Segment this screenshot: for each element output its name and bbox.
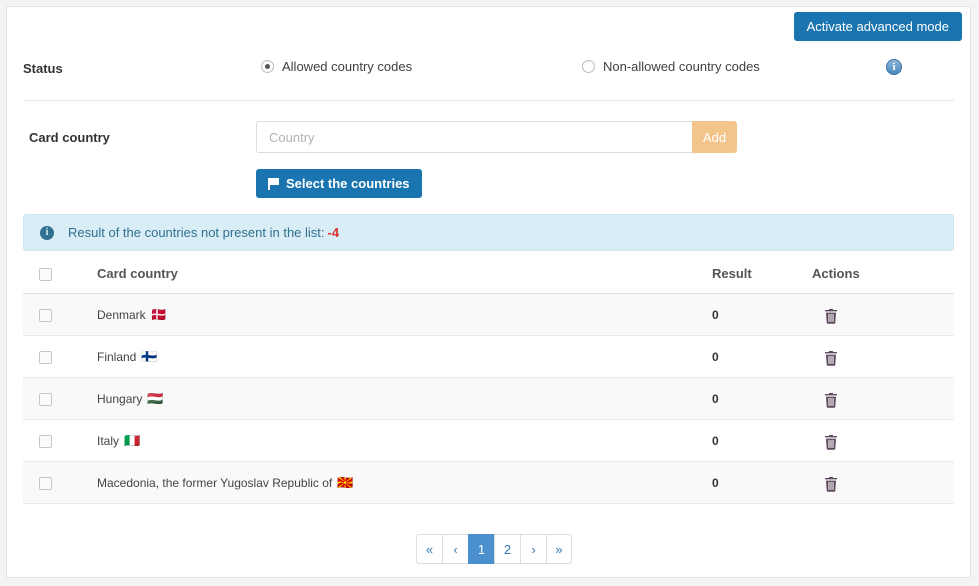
- country-flag-icon: 🇲🇰: [337, 475, 354, 491]
- radio-allowed-country-codes[interactable]: Allowed country codes: [261, 59, 412, 74]
- table-row: Denmark 🇩🇰 0: [23, 293, 954, 337]
- result-alert-text: Result of the countries not present in t…: [68, 225, 325, 240]
- select-the-countries-button[interactable]: Select the countries: [256, 169, 422, 198]
- row-checkbox[interactable]: [39, 350, 52, 364]
- result-value: 0: [712, 307, 719, 322]
- row-checkbox[interactable]: [39, 434, 52, 448]
- header-actions: Actions: [812, 256, 954, 295]
- radio-non-allowed-label: Non-allowed country codes: [603, 59, 760, 74]
- country-name: Hungary: [97, 391, 143, 406]
- row-actions-cell: [812, 335, 954, 379]
- radio-allowed-label: Allowed country codes: [282, 59, 413, 74]
- country-flag-icon: 🇫🇮: [141, 349, 158, 365]
- table-row: Macedonia, the former Yugoslav Republic …: [23, 461, 954, 505]
- row-select-cell: [23, 293, 97, 337]
- row-actions-cell: [812, 461, 954, 505]
- country-name: Finland: [97, 349, 137, 364]
- result-value: 0: [712, 475, 719, 490]
- row-result-cell: 0: [712, 377, 812, 421]
- row-select-cell: [23, 419, 97, 463]
- activate-advanced-mode-button[interactable]: Activate advanced mode: [793, 12, 962, 41]
- pagination-first[interactable]: «: [416, 534, 442, 564]
- row-select-cell: [23, 461, 97, 505]
- result-alert: i Result of the countries not present in…: [23, 214, 954, 251]
- row-checkbox[interactable]: [39, 308, 52, 322]
- row-actions-cell: [812, 293, 954, 337]
- row-checkbox[interactable]: [39, 476, 52, 490]
- row-actions-cell: [812, 377, 954, 421]
- row-country-cell: Denmark 🇩🇰: [97, 293, 712, 337]
- row-select-cell: [23, 377, 97, 421]
- result-value: 0: [712, 433, 719, 448]
- country-name: Denmark: [97, 307, 146, 322]
- pagination-last[interactable]: »: [546, 534, 572, 564]
- pagination-page-1[interactable]: 1: [468, 534, 494, 564]
- select-all-checkbox[interactable]: [39, 268, 52, 282]
- pagination-prev[interactable]: ‹: [442, 534, 468, 564]
- pagination: « ‹ 1 2 › »: [416, 534, 572, 564]
- card-country-label: Card country: [29, 130, 110, 145]
- row-select-cell: [23, 335, 97, 379]
- country-flag-icon: 🇩🇰: [150, 307, 167, 323]
- row-country-cell: Italy 🇮🇹: [97, 419, 712, 463]
- select-the-countries-label: Select the countries: [286, 176, 410, 191]
- trash-icon[interactable]: [824, 350, 838, 366]
- status-row: Status Allowed country codes Non-allowed…: [7, 53, 970, 85]
- table-body: Denmark 🇩🇰 0 Finland 🇫🇮 0 Hungary 🇭🇺 0 I…: [23, 293, 954, 505]
- trash-icon[interactable]: [824, 392, 838, 408]
- table-header-row: Card country Result Actions: [23, 256, 954, 295]
- country-flag-icon: 🇭🇺: [147, 391, 164, 407]
- table-row: Hungary 🇭🇺 0: [23, 377, 954, 421]
- result-value: 0: [712, 349, 719, 364]
- row-country-cell: Finland 🇫🇮: [97, 335, 712, 379]
- pagination-page-2[interactable]: 2: [494, 534, 520, 564]
- row-country-cell: Macedonia, the former Yugoslav Republic …: [97, 461, 712, 505]
- row-actions-cell: [812, 419, 954, 463]
- radio-non-allowed-indicator[interactable]: [582, 60, 595, 73]
- header-card-country[interactable]: Card country: [97, 256, 712, 295]
- flag-icon: [268, 177, 279, 190]
- info-circle-icon[interactable]: i: [886, 59, 902, 75]
- country-flag-icon: 🇮🇹: [124, 433, 141, 449]
- trash-icon[interactable]: [824, 434, 838, 450]
- row-checkbox[interactable]: [39, 392, 52, 406]
- header-result: Result: [712, 256, 812, 295]
- add-button[interactable]: Add: [692, 121, 737, 153]
- select-all-header: [23, 256, 97, 295]
- country-input[interactable]: [256, 121, 692, 153]
- country-name: Italy: [97, 433, 120, 448]
- page-panel: Activate advanced mode Status Allowed co…: [6, 6, 971, 578]
- pagination-next[interactable]: ›: [520, 534, 546, 564]
- row-result-cell: 0: [712, 461, 812, 505]
- info-icon: i: [40, 225, 54, 240]
- trash-icon[interactable]: [824, 308, 838, 324]
- row-result-cell: 0: [712, 335, 812, 379]
- row-result-cell: 0: [712, 419, 812, 463]
- country-name: Macedonia, the former Yugoslav Republic …: [97, 475, 333, 490]
- country-table: Card country Result Actions Denmark 🇩🇰 0: [23, 256, 954, 505]
- table-row: Italy 🇮🇹 0: [23, 419, 954, 463]
- section-divider: [23, 100, 954, 101]
- table-row: Finland 🇫🇮 0: [23, 335, 954, 379]
- trash-icon[interactable]: [824, 476, 838, 492]
- row-country-cell: Hungary 🇭🇺: [97, 377, 712, 421]
- radio-allowed-indicator[interactable]: [261, 60, 274, 73]
- result-alert-count: -4: [327, 225, 340, 240]
- card-country-input-group: Add: [256, 121, 737, 153]
- row-result-cell: 0: [712, 293, 812, 337]
- advanced-mode-row: Activate advanced mode: [793, 12, 962, 41]
- status-label: Status: [23, 61, 63, 76]
- radio-non-allowed-country-codes[interactable]: Non-allowed country codes: [582, 59, 760, 74]
- result-value: 0: [712, 391, 719, 406]
